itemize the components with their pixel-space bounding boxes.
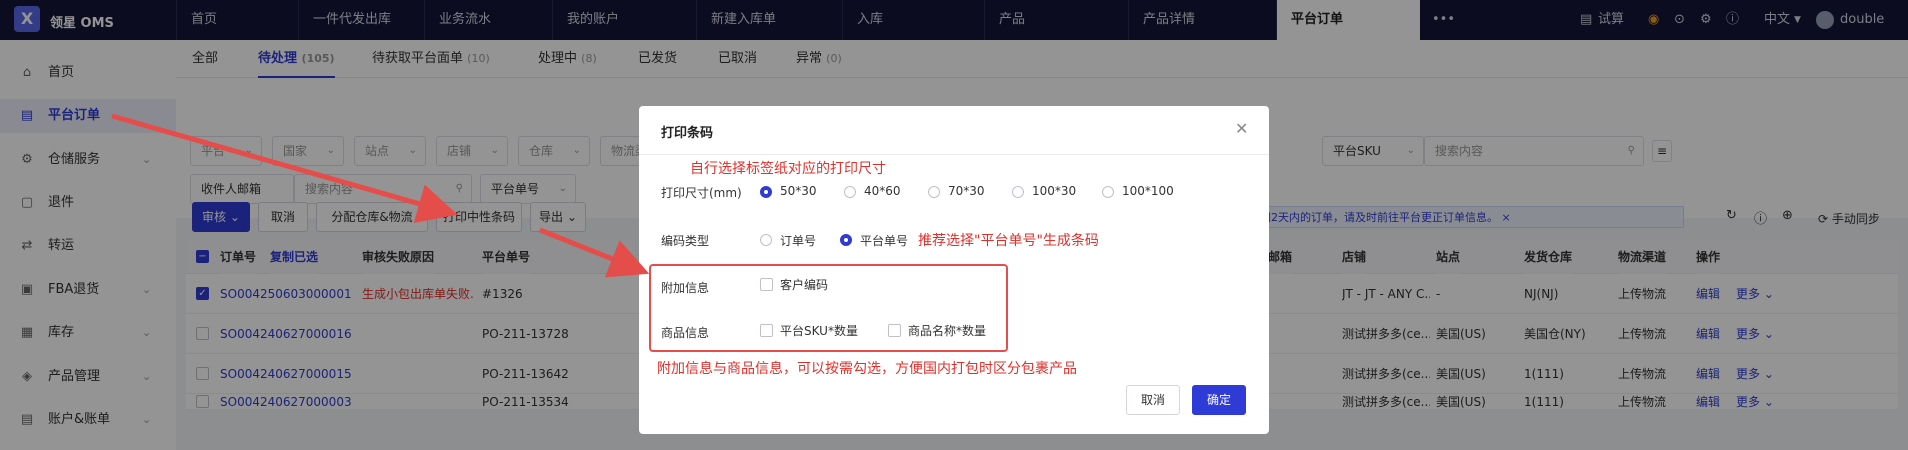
code-type-label: 编码类型 [661,234,710,248]
name-qty-checkbox[interactable] [888,324,901,337]
code-option[interactable]: 订单号 [780,232,816,249]
size-radio-70x30[interactable] [928,186,940,198]
size-option[interactable]: 70*30 [948,184,985,198]
customer-code-checkbox[interactable] [760,278,773,291]
size-option[interactable]: 100*30 [1032,184,1076,198]
code-option[interactable]: 平台单号 [860,232,908,249]
customer-code-option[interactable]: 客户编码 [780,276,828,293]
confirm-button[interactable]: 确定 [1192,385,1246,415]
annotation-size-tip: 自行选择标签纸对应的打印尺寸 [690,161,886,177]
code-radio-order-no[interactable] [760,234,772,246]
size-radio-100x100[interactable] [1102,186,1114,198]
print-barcode-dialog: 打印条码 ✕ 自行选择标签纸对应的打印尺寸 打印尺寸(mm) 50*30 40*… [639,106,1269,434]
cancel-button[interactable]: 取消 [1126,385,1180,415]
print-size-label: 打印尺寸(mm) [661,186,742,200]
size-option[interactable]: 100*100 [1122,184,1174,198]
code-radio-platform-no[interactable] [840,234,852,246]
extra-info-label: 附加信息 [661,281,710,295]
sku-qty-option[interactable]: 平台SKU*数量 [780,322,858,339]
sku-qty-checkbox[interactable] [760,324,773,337]
annotation-info-tip: 附加信息与商品信息，可以按需勾选，方便国内打包时区分包裹产品 [657,361,1077,377]
dialog-title: 打印条码 [661,126,714,141]
annotation-code-tip: 推荐选择"平台单号"生成条码 [918,233,1099,249]
size-radio-40x60[interactable] [844,186,856,198]
divider [639,154,1269,155]
goods-info-label: 商品信息 [661,326,710,340]
size-option[interactable]: 40*60 [864,184,901,198]
size-option[interactable]: 50*30 [780,184,817,198]
size-radio-100x30[interactable] [1012,186,1024,198]
close-icon[interactable]: ✕ [1235,119,1248,138]
size-radio-50x30[interactable] [760,186,772,198]
name-qty-option[interactable]: 商品名称*数量 [908,322,986,339]
